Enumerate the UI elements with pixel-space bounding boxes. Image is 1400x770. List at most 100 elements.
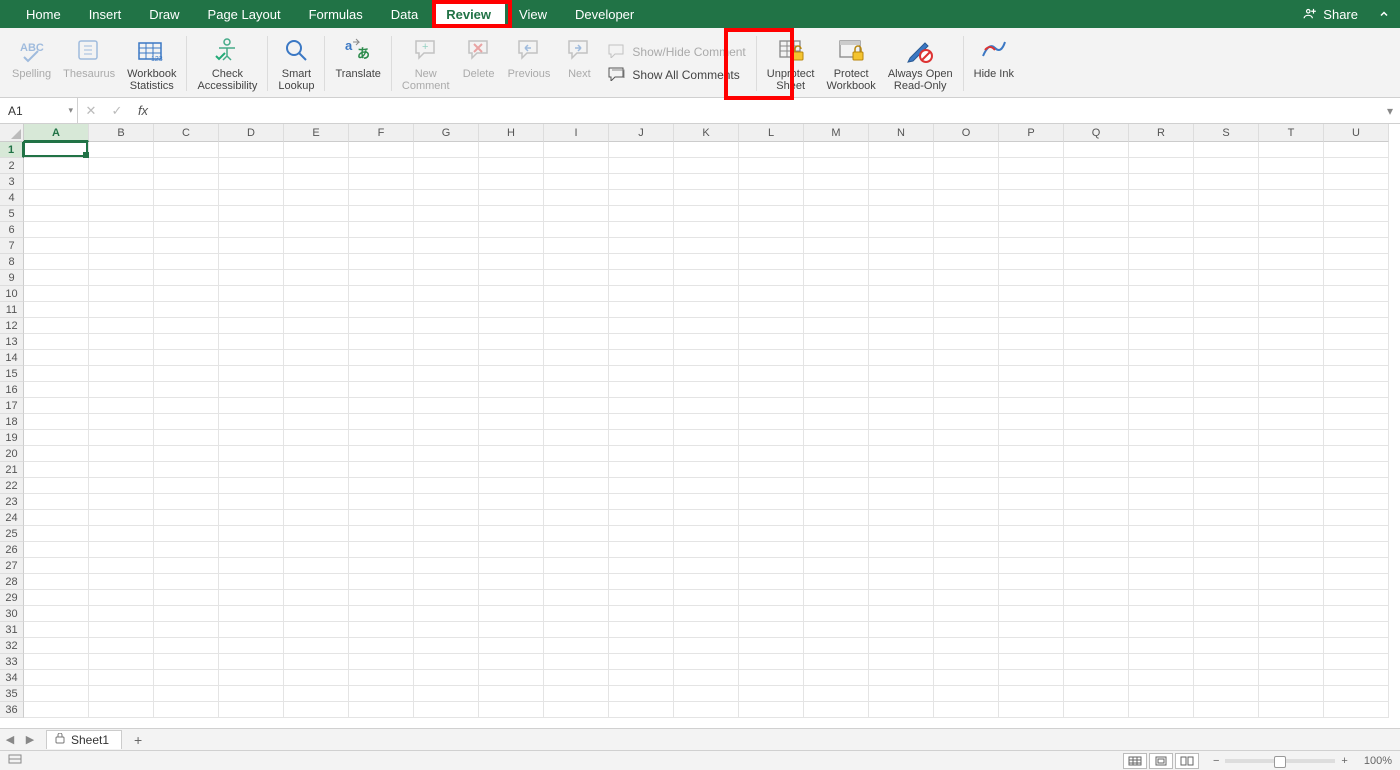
cell[interactable] xyxy=(479,302,544,318)
cell[interactable] xyxy=(544,478,609,494)
cell[interactable] xyxy=(934,398,999,414)
cell[interactable] xyxy=(414,702,479,718)
cell[interactable] xyxy=(154,190,219,206)
cell[interactable] xyxy=(1129,638,1194,654)
cell[interactable] xyxy=(89,350,154,366)
cell[interactable] xyxy=(739,686,804,702)
cell[interactable] xyxy=(349,462,414,478)
cell[interactable] xyxy=(674,462,739,478)
cell[interactable] xyxy=(219,158,284,174)
cell[interactable] xyxy=(739,542,804,558)
cell[interactable] xyxy=(479,238,544,254)
cell[interactable] xyxy=(89,158,154,174)
cell[interactable] xyxy=(869,702,934,718)
cell[interactable] xyxy=(1194,158,1259,174)
cell[interactable] xyxy=(1259,686,1324,702)
cell[interactable] xyxy=(869,238,934,254)
cell[interactable] xyxy=(414,430,479,446)
cell[interactable] xyxy=(804,302,869,318)
cell[interactable] xyxy=(219,494,284,510)
cell[interactable] xyxy=(674,398,739,414)
cell[interactable] xyxy=(804,526,869,542)
cell[interactable] xyxy=(349,158,414,174)
delete-comment-button[interactable]: Delete xyxy=(456,30,502,97)
cell[interactable] xyxy=(609,510,674,526)
cell[interactable] xyxy=(284,414,349,430)
cell[interactable] xyxy=(1324,334,1389,350)
cell[interactable] xyxy=(999,190,1064,206)
cell[interactable] xyxy=(934,382,999,398)
cell[interactable] xyxy=(999,574,1064,590)
cell[interactable] xyxy=(1129,590,1194,606)
cell[interactable] xyxy=(479,430,544,446)
cell[interactable] xyxy=(89,670,154,686)
cell[interactable] xyxy=(804,222,869,238)
cell[interactable] xyxy=(544,574,609,590)
cell[interactable] xyxy=(284,510,349,526)
cell[interactable] xyxy=(739,702,804,718)
cell[interactable] xyxy=(89,638,154,654)
cell[interactable] xyxy=(1129,446,1194,462)
cell[interactable] xyxy=(869,526,934,542)
cell[interactable] xyxy=(89,558,154,574)
smart-lookup-button[interactable]: Smart Lookup xyxy=(272,30,320,97)
cell[interactable] xyxy=(89,414,154,430)
cell[interactable] xyxy=(609,190,674,206)
row-header[interactable]: 31 xyxy=(0,622,24,638)
cell[interactable] xyxy=(284,494,349,510)
cell[interactable] xyxy=(1194,302,1259,318)
cell[interactable] xyxy=(219,574,284,590)
cell[interactable] xyxy=(544,206,609,222)
cell[interactable] xyxy=(804,510,869,526)
cell[interactable] xyxy=(1129,622,1194,638)
row-header[interactable]: 28 xyxy=(0,574,24,590)
row-header[interactable]: 16 xyxy=(0,382,24,398)
cell[interactable] xyxy=(999,174,1064,190)
cell[interactable] xyxy=(999,414,1064,430)
cell[interactable] xyxy=(739,622,804,638)
cell[interactable] xyxy=(154,222,219,238)
menu-tab-view[interactable]: View xyxy=(505,0,561,28)
cell[interactable] xyxy=(349,702,414,718)
column-header[interactable]: N xyxy=(869,124,934,142)
cell[interactable] xyxy=(154,542,219,558)
cell[interactable] xyxy=(999,670,1064,686)
cell[interactable] xyxy=(869,350,934,366)
cell[interactable] xyxy=(414,478,479,494)
cell[interactable] xyxy=(804,590,869,606)
cell[interactable] xyxy=(479,398,544,414)
cell[interactable] xyxy=(1324,574,1389,590)
cell[interactable] xyxy=(674,318,739,334)
cell[interactable] xyxy=(219,542,284,558)
cell[interactable] xyxy=(414,526,479,542)
cell[interactable] xyxy=(1194,622,1259,638)
cell[interactable] xyxy=(1324,462,1389,478)
cell[interactable] xyxy=(349,686,414,702)
cell[interactable] xyxy=(1129,414,1194,430)
cell[interactable] xyxy=(609,462,674,478)
cell[interactable] xyxy=(674,478,739,494)
cell[interactable] xyxy=(804,558,869,574)
cell[interactable] xyxy=(154,478,219,494)
row-header[interactable]: 7 xyxy=(0,238,24,254)
cell[interactable] xyxy=(999,270,1064,286)
cell[interactable] xyxy=(869,558,934,574)
cell[interactable] xyxy=(284,142,349,158)
cell[interactable] xyxy=(349,302,414,318)
row-header[interactable]: 15 xyxy=(0,366,24,382)
cell[interactable] xyxy=(89,206,154,222)
cell[interactable] xyxy=(609,686,674,702)
cell[interactable] xyxy=(544,366,609,382)
cell[interactable] xyxy=(1259,350,1324,366)
cell[interactable] xyxy=(349,174,414,190)
cell[interactable] xyxy=(414,510,479,526)
cell[interactable] xyxy=(674,158,739,174)
cell[interactable] xyxy=(739,462,804,478)
cell[interactable] xyxy=(24,414,89,430)
cell[interactable] xyxy=(414,142,479,158)
cell[interactable] xyxy=(674,686,739,702)
cell[interactable] xyxy=(1064,510,1129,526)
cell[interactable] xyxy=(1129,430,1194,446)
cell[interactable] xyxy=(1324,542,1389,558)
cell[interactable] xyxy=(284,478,349,494)
